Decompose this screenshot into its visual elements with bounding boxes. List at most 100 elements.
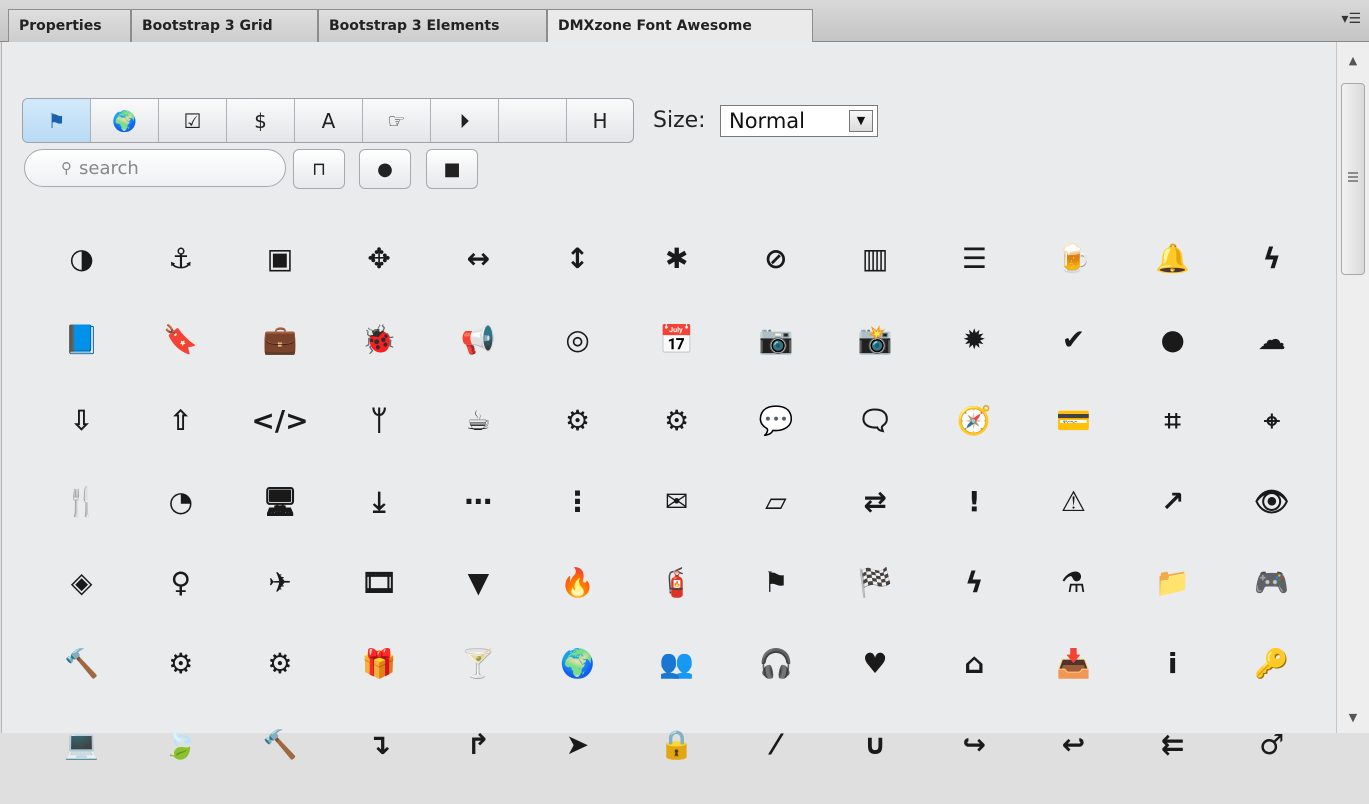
mail-reply-all-icon[interactable]: ⇇: [1123, 723, 1222, 773]
dashboard-icon[interactable]: ◔: [131, 480, 230, 530]
gears-icon[interactable]: ⚙: [230, 642, 329, 692]
panel-menu-icon[interactable]: ▾☰: [1341, 11, 1361, 27]
cutlery-icon[interactable]: 🍴: [32, 480, 131, 530]
folder-icon[interactable]: 📁: [1123, 561, 1222, 611]
archive-icon[interactable]: ▣: [230, 237, 329, 287]
scroll-up-button[interactable]: ▲: [1337, 46, 1369, 76]
key-icon[interactable]: 🔑: [1222, 642, 1321, 692]
tab-bootstrap-3-elements[interactable]: Bootstrap 3 Elements: [318, 9, 547, 42]
cog-icon[interactable]: ⚙: [528, 399, 627, 449]
beer-icon[interactable]: 🍺: [1024, 237, 1123, 287]
flag-category-button[interactable]: ⚑: [23, 99, 91, 142]
flag-icon[interactable]: ⚑: [726, 561, 825, 611]
chevron-down-icon[interactable]: ▼: [849, 110, 873, 132]
crosshairs-icon[interactable]: ⌖: [1222, 399, 1321, 449]
level-up-icon[interactable]: ↱: [429, 723, 528, 773]
style-outline-button[interactable]: ⊓: [293, 149, 345, 189]
asterisk-icon[interactable]: ✱: [627, 237, 726, 287]
exchange-icon[interactable]: ⇄: [826, 480, 925, 530]
credit-card-icon[interactable]: 💳: [1024, 399, 1123, 449]
calendar-icon[interactable]: 📅: [627, 318, 726, 368]
bolt-icon[interactable]: ϟ: [1222, 237, 1321, 287]
envelope-icon[interactable]: ✉: [627, 480, 726, 530]
eye-slash-icon[interactable]: ◈: [32, 561, 131, 611]
flask-icon[interactable]: ⚗: [1024, 561, 1123, 611]
scrollbar-thumb[interactable]: [1341, 83, 1365, 275]
search-field[interactable]: ⚲: [24, 149, 286, 187]
bullhorn-icon[interactable]: 📢: [429, 318, 528, 368]
location-arrow-icon[interactable]: ➤: [528, 723, 627, 773]
magnet-icon[interactable]: ∪: [826, 723, 925, 773]
font-category-button[interactable]: A: [295, 99, 363, 142]
mail-reply-icon[interactable]: ↩: [1024, 723, 1123, 773]
laptop-icon[interactable]: 💻: [32, 723, 131, 773]
bookmark-icon[interactable]: 🔖: [131, 318, 230, 368]
cloud-upload-icon[interactable]: ⇧: [131, 399, 230, 449]
level-down-icon[interactable]: ↴: [330, 723, 429, 773]
exclamation-icon[interactable]: !: [925, 480, 1024, 530]
comment-icon[interactable]: 💬: [726, 399, 825, 449]
globe-icon[interactable]: 🌍: [528, 642, 627, 692]
style-circle-button[interactable]: ●: [359, 149, 411, 189]
apple-category-button[interactable]: [499, 99, 567, 142]
tab-bootstrap-3-grid[interactable]: Bootstrap 3 Grid: [131, 9, 318, 42]
arrows-icon[interactable]: ✥: [330, 237, 429, 287]
filter-icon[interactable]: ▼: [429, 561, 528, 611]
glass-icon[interactable]: 🍸: [429, 642, 528, 692]
scroll-down-button[interactable]: ▼: [1337, 703, 1369, 733]
cloud-icon[interactable]: ☁: [1222, 318, 1321, 368]
external-link-icon[interactable]: ↗: [1123, 480, 1222, 530]
play-circle-category-button[interactable]: ⏵: [431, 99, 499, 142]
desktop-icon[interactable]: 🖥: [230, 480, 329, 530]
gamepad-icon[interactable]: 🎮: [1222, 561, 1321, 611]
eye-icon[interactable]: 👁: [1222, 480, 1321, 530]
download-icon[interactable]: ⤓: [330, 480, 429, 530]
headphones-icon[interactable]: 🎧: [726, 642, 825, 692]
camera-retro-icon[interactable]: 📸: [826, 318, 925, 368]
flash-icon[interactable]: ϟ: [925, 561, 1024, 611]
adjust-icon[interactable]: ◑: [32, 237, 131, 287]
legal-icon[interactable]: 🔨: [230, 723, 329, 773]
bullseye-icon[interactable]: ◎: [528, 318, 627, 368]
female-icon[interactable]: ♀: [131, 561, 230, 611]
search-input[interactable]: [79, 156, 269, 180]
fire-extinguisher-icon[interactable]: 🧯: [627, 561, 726, 611]
bug-icon[interactable]: 🐞: [330, 318, 429, 368]
style-square-button[interactable]: ■: [426, 149, 478, 189]
ban-icon[interactable]: ⊘: [726, 237, 825, 287]
globe-category-button[interactable]: 🌍: [91, 99, 159, 142]
bell-icon[interactable]: 🔔: [1123, 237, 1222, 287]
bars-icon[interactable]: ☰: [925, 237, 1024, 287]
lock-icon[interactable]: 🔒: [627, 723, 726, 773]
camera-icon[interactable]: 📷: [726, 318, 825, 368]
exclamation-triangle-icon[interactable]: ⚠: [1024, 480, 1123, 530]
fire-icon[interactable]: 🔥: [528, 561, 627, 611]
tab-properties[interactable]: Properties: [8, 9, 131, 42]
ellipsis-v-icon[interactable]: ⋮: [528, 480, 627, 530]
arrows-h-icon[interactable]: ↔: [429, 237, 528, 287]
circle-icon[interactable]: ●: [1123, 318, 1222, 368]
film-icon[interactable]: 🎞: [330, 561, 429, 611]
tab-dmxzone-font-awesome[interactable]: DMXzone Font Awesome: [547, 9, 813, 43]
arrows-v-icon[interactable]: ↕: [528, 237, 627, 287]
gear-icon[interactable]: ⚙: [131, 642, 230, 692]
coffee-icon[interactable]: ☕: [429, 399, 528, 449]
book-icon[interactable]: 📘: [32, 318, 131, 368]
eraser-icon[interactable]: ▱: [726, 480, 825, 530]
gift-icon[interactable]: 🎁: [330, 642, 429, 692]
comments-icon[interactable]: 🗨: [826, 399, 925, 449]
flag-checkered-icon[interactable]: 🏁: [826, 561, 925, 611]
group-icon[interactable]: 👥: [627, 642, 726, 692]
cloud-download-icon[interactable]: ⇩: [32, 399, 131, 449]
code-icon[interactable]: </>: [230, 399, 329, 449]
fighter-jet-icon[interactable]: ✈: [230, 561, 329, 611]
code-fork-icon[interactable]: ᛘ: [330, 399, 429, 449]
check-icon[interactable]: ✔: [1024, 318, 1123, 368]
compass-icon[interactable]: 🧭: [925, 399, 1024, 449]
briefcase-icon[interactable]: 💼: [230, 318, 329, 368]
size-select[interactable]: Normal ▼: [720, 105, 878, 137]
inbox-icon[interactable]: 📥: [1024, 642, 1123, 692]
barcode-icon[interactable]: ▥: [826, 237, 925, 287]
crop-icon[interactable]: ⌗: [1123, 399, 1222, 449]
male-icon[interactable]: ♂: [1222, 723, 1321, 773]
